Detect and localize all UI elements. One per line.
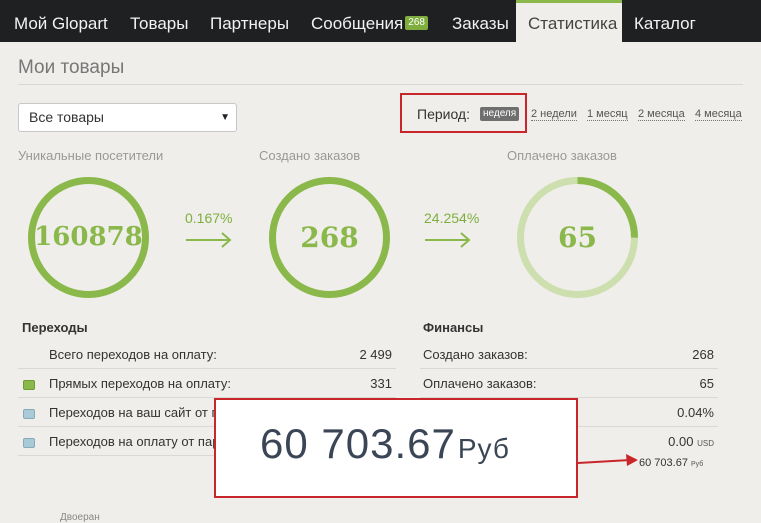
zoom-callout: 60 703.67Руб [214, 398, 578, 498]
row-label: Переходов на ваш сайт от п [49, 405, 219, 420]
zoom-amount: 60 703.67Руб [260, 420, 510, 468]
tab-messages[interactable]: Сообщения 268 [311, 0, 428, 42]
table-row: Всего переходов на оплату: 2 499 [18, 340, 396, 369]
rub-total-unit: Руб [691, 461, 704, 468]
title-divider [18, 84, 743, 85]
period-option-2-months[interactable]: 2 месяца [638, 108, 685, 121]
row-value: 0.00 USD [668, 434, 714, 449]
tab-statistics[interactable]: Статистика [516, 0, 622, 42]
zoom-amount-unit: Руб [457, 433, 510, 464]
tab-partners[interactable]: Партнеры [210, 0, 289, 42]
finance-title: Финансы [423, 320, 484, 335]
blue-legend-swatch [23, 438, 35, 448]
orders-created-label: Создано заказов [259, 148, 361, 163]
row-label: Прямых переходов на оплату: [49, 376, 231, 391]
orders-paid-label: Оплачено заказов [507, 148, 617, 163]
product-select[interactable]: Все товары ▼ [18, 103, 237, 132]
green-legend-swatch [23, 380, 35, 390]
chevron-down-icon: ▼ [220, 112, 230, 123]
bottom-cut-label: Двоеран [60, 512, 100, 523]
period-option-2-weeks[interactable]: 2 недели [531, 108, 577, 121]
table-row: Оплачено заказов: 65 [420, 369, 718, 398]
tab-products[interactable]: Товары [130, 0, 188, 42]
tab-catalog[interactable]: Каталог [634, 0, 696, 42]
orders-value: 268 [300, 221, 359, 254]
row-label: Оплачено заказов: [423, 376, 537, 391]
rub-total: 60 703.67 Руб [639, 457, 703, 469]
right-arrow-icon [186, 232, 232, 248]
conversion-orders-to-paid: 24.254% [424, 210, 480, 226]
product-select-value: Все товары [29, 109, 104, 125]
table-row: Прямых переходов на оплату: 331 [18, 369, 396, 398]
visitors-value: 160878 [34, 222, 143, 252]
row-value: 65 [699, 376, 714, 391]
row-value: 268 [692, 347, 714, 362]
period-option-active[interactable]: неделя [480, 107, 520, 121]
tab-my-glopart[interactable]: Мой Glopart [14, 0, 108, 42]
right-arrow-icon [425, 232, 471, 248]
row-label: Создано заказов: [423, 347, 528, 362]
row-label: Всего переходов на оплату: [49, 347, 217, 362]
page-title: Мои товары [18, 57, 125, 78]
conversion-visitors-to-orders: 0.167% [185, 210, 233, 226]
rub-total-value: 60 703.67 [639, 457, 688, 469]
period-option-4-months[interactable]: 4 месяца [695, 108, 742, 121]
zoom-amount-value: 60 703.67 [260, 420, 456, 467]
table-row: Создано заказов: 268 [420, 340, 718, 369]
row-value: 331 [370, 376, 392, 391]
transitions-title: Переходы [22, 320, 88, 335]
messages-count-badge: 268 [405, 15, 428, 30]
visitors-label: Уникальные посетители [18, 148, 164, 163]
period-option-1-month[interactable]: 1 месяц [587, 108, 628, 121]
tab-orders[interactable]: Заказы [452, 0, 509, 42]
red-arrow-icon [578, 454, 638, 466]
period-label: Период: [417, 106, 470, 122]
blue-legend-swatch [23, 409, 35, 419]
usd-amount: 0.00 [668, 434, 694, 449]
tab-messages-label: Сообщения [311, 14, 404, 33]
paid-value: 65 [558, 221, 597, 254]
row-label: Переходов на оплату от пар [49, 434, 220, 449]
row-value: 2 499 [359, 347, 392, 362]
top-navigation: Мой Glopart Товары Партнеры Сообщения 268… [0, 0, 761, 42]
usd-unit: USD [697, 439, 714, 448]
row-value: 0.04% [677, 405, 714, 420]
